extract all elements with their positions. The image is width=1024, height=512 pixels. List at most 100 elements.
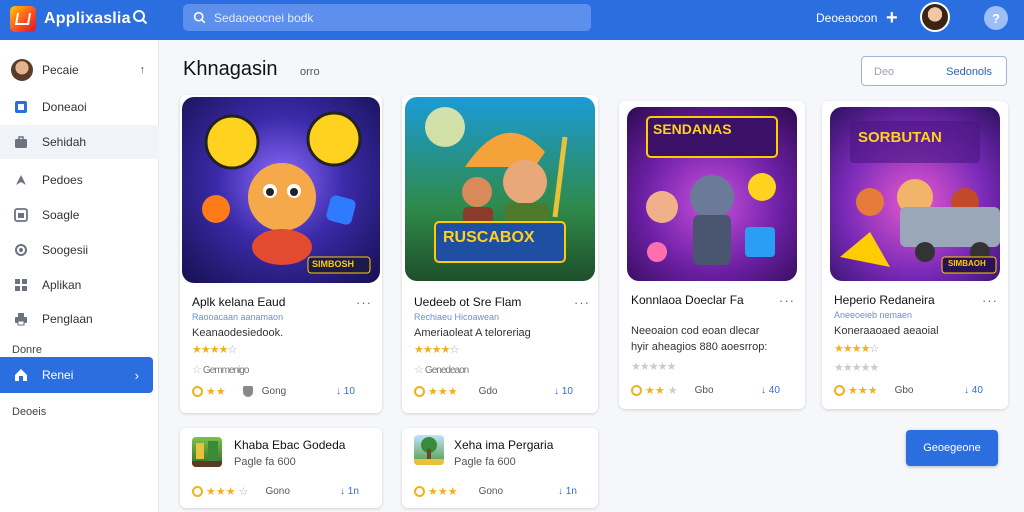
rating-stars: ★★★★☆	[192, 344, 237, 356]
filter-field[interactable]: Deo Sedonols	[861, 56, 1007, 86]
filter-button[interactable]: Sedonols	[946, 66, 992, 78]
app-title[interactable]: Khaba Ebac Godeda	[234, 438, 345, 452]
more-options-icon[interactable]: ···	[574, 295, 590, 310]
sidebar-item-renei[interactable]: Renei ›	[0, 357, 153, 393]
app-title[interactable]: Xeha ima Pergaria	[454, 438, 553, 452]
footer-label: Gono	[265, 486, 290, 497]
thumbnail-badge: RUSCABOX	[443, 229, 535, 246]
ring-icon	[414, 486, 425, 497]
circle-icon	[14, 243, 28, 257]
ring-icon	[834, 385, 845, 396]
app-thumbnail[interactable]	[192, 437, 222, 467]
image-icon	[14, 100, 28, 114]
sidebar-item-label: Renei	[42, 368, 74, 382]
arrow-up-icon[interactable]: ↑	[140, 64, 146, 76]
app-category: Aneeoeieb nemaen	[834, 310, 913, 320]
page-subtitle: orro	[300, 66, 320, 78]
app-card-small[interactable]: Xeha ima Pergaria Pagle fa 600 ★★★ Gono …	[402, 428, 598, 508]
rating-stars: ★★★★★	[631, 361, 676, 373]
thumbnail-title: SORBUTAN	[858, 129, 942, 146]
app-card[interactable]: RUSCABOX Uedeeb ot Sre Flam ··· Rechiaeu…	[402, 95, 598, 413]
card-footer: ★★ Gong	[192, 385, 286, 398]
sidebar-item-profile[interactable]: Pecaie ↑	[0, 53, 159, 87]
sidebar-item-label: Penglaan	[42, 312, 93, 326]
app-title[interactable]: Konnlaoa Doeclar Fa	[631, 293, 744, 307]
secondary-rating: ★★★★★	[834, 362, 879, 374]
sidebar-item-pedoes[interactable]: Pedoes	[0, 163, 159, 197]
printer-icon	[14, 312, 28, 326]
search-icon[interactable]	[132, 9, 148, 30]
footer-label: Gono	[478, 486, 504, 497]
thumbnail-badge: SENDANAS	[653, 121, 732, 137]
ring-icon	[631, 385, 642, 396]
app-logo-icon[interactable]	[10, 6, 36, 32]
ring-icon	[192, 386, 203, 397]
download-count[interactable]: ↓ 10	[554, 386, 573, 397]
app-card[interactable]: SIMBOSH Aplk kelana Eaud ··· Raooacaan a…	[180, 95, 382, 413]
footer-label: Gbo	[694, 385, 714, 396]
app-description: Ameriaoleat A teloreriag	[414, 327, 531, 339]
download-count[interactable]: ↓ 10	[336, 386, 355, 397]
app-title[interactable]: Uedeeb ot Sre Flam	[414, 295, 521, 309]
app-title[interactable]: Aplk kelana Eaud	[192, 295, 285, 309]
chevron-right-icon: ›	[134, 367, 139, 383]
grid-icon	[14, 278, 28, 292]
sidebar-item-label: Doneaoi	[42, 100, 87, 114]
sidebar-item-label: Pedoes	[42, 173, 83, 187]
search-bar[interactable]	[183, 4, 591, 31]
user-avatar[interactable]	[920, 2, 950, 32]
download-count[interactable]: ↓ 40	[964, 385, 983, 396]
help-icon[interactable]: ?	[984, 6, 1008, 30]
image-icon	[14, 208, 28, 222]
rating-stars: ★★★★☆	[834, 343, 879, 355]
app-title[interactable]: Applixaslia	[44, 10, 131, 28]
rocket-icon	[14, 173, 28, 187]
download-count[interactable]: ↓ 1n	[340, 486, 359, 497]
sidebar-item-penglaan[interactable]: Penglaan	[0, 302, 159, 336]
sidebar-item-doneaoi[interactable]: Doneaoi	[0, 90, 159, 124]
app-description: Koneraaoaed aeaoial	[834, 325, 939, 337]
download-count[interactable]: ↓ 40	[761, 385, 780, 396]
card-footer: ★★★ Gbo	[631, 384, 714, 397]
app-thumbnail[interactable]: SIMBOSH	[182, 97, 380, 283]
card-footer: ★★★ ☆ Gono	[192, 485, 290, 498]
sidebar-item-soogesii[interactable]: Soogesii	[0, 233, 159, 267]
sidebar-item-aplikan[interactable]: Aplikan	[0, 268, 159, 302]
sidebar-item-soagle[interactable]: Soagle	[0, 198, 159, 232]
primary-action-button[interactable]: Geoegeone	[906, 430, 998, 466]
secondary-rating-label: Genedeaon	[424, 365, 469, 376]
download-count[interactable]: ↓ 1n	[558, 486, 577, 497]
app-card[interactable]: SENDANAS Konnlaoa Doeclar Fa ··· Neeoaio…	[619, 101, 805, 409]
more-options-icon[interactable]: ···	[982, 293, 998, 308]
app-description: Neeoaion cod eoan dlecar	[631, 325, 760, 337]
plus-icon[interactable]: +	[886, 8, 898, 28]
more-options-icon[interactable]: ···	[356, 295, 372, 310]
thumbnail-badge: SIMBAOH	[948, 259, 986, 268]
app-thumbnail[interactable]: SORBUTAN SIMBAOH	[830, 107, 1000, 281]
card-footer: ★★★ Gdo	[414, 385, 498, 398]
app-thumbnail[interactable]: RUSCABOX	[405, 97, 595, 281]
page-title: Khnagasin	[183, 58, 278, 80]
app-thumbnail[interactable]	[414, 435, 444, 465]
search-input[interactable]	[214, 10, 574, 25]
footer-label: Gbo	[894, 385, 914, 396]
search-icon	[193, 11, 206, 24]
sidebar-item-label: Soogesii	[42, 243, 89, 257]
app-category: Rechiaeu Hicoawean	[414, 312, 500, 322]
sidebar-section-heading: Deoeis	[12, 406, 47, 418]
app-card[interactable]: SORBUTAN SIMBAOH Heperio Redaneira ··· A…	[822, 101, 1008, 409]
top-link[interactable]: Deoeaocon	[816, 11, 877, 25]
card-footer: ★★★ Gbo	[834, 384, 914, 397]
app-thumbnail[interactable]: SENDANAS	[627, 107, 797, 281]
secondary-rating-label: Gemmenigo	[202, 365, 249, 376]
ring-icon	[414, 386, 425, 397]
app-card-small[interactable]: Khaba Ebac Godeda Pagle fa 600 ★★★ ☆ Gono…	[180, 428, 382, 508]
more-options-icon[interactable]: ···	[779, 293, 795, 308]
sidebar-item-label: Sehidah	[42, 135, 87, 149]
sidebar: Pecaie ↑ Doneaoi Sehidah Pedoes Soagle S…	[0, 40, 159, 512]
app-category: Raooacaan aanamaon	[192, 312, 284, 322]
app-title[interactable]: Heperio Redaneira	[834, 293, 935, 307]
app-subtitle: Pagle fa 600	[454, 456, 516, 468]
sidebar-item-sehidah[interactable]: Sehidah	[0, 125, 159, 159]
secondary-rating: ☆ Gemmenigo	[192, 364, 249, 376]
